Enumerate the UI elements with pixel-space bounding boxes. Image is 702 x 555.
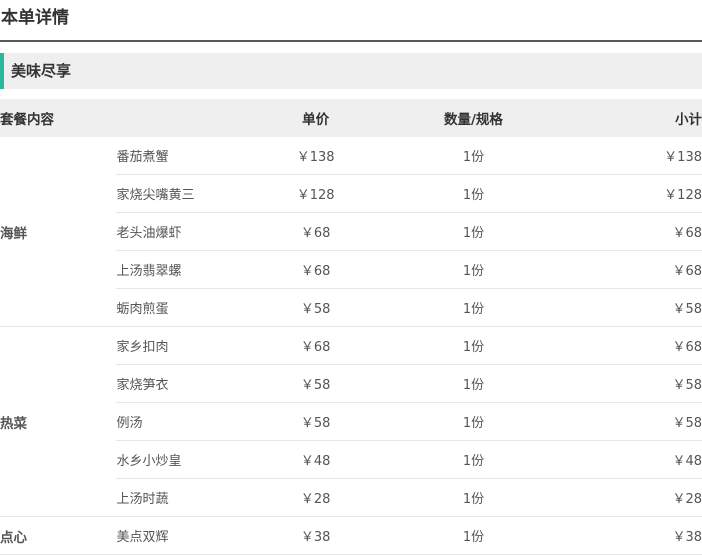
table-row: 热菜 家乡扣肉 ￥68 1份 ￥68 <box>0 326 702 517</box>
quantity: 1份 <box>398 326 549 365</box>
table-row: 点心 美点双辉 ￥38 1份 ￥38 <box>0 516 702 555</box>
unit-price: ￥58 <box>232 402 399 441</box>
header-subtotal: 小计 <box>548 99 702 137</box>
subtotal: ￥58 <box>548 364 702 403</box>
quantity: 1份 <box>398 516 549 555</box>
quantity: 1份 <box>398 402 549 441</box>
unit-price: ￥68 <box>232 212 399 251</box>
unit-price: ￥58 <box>232 364 399 403</box>
subtotal: ￥138 <box>548 137 702 175</box>
subtotal: ￥68 <box>548 326 702 365</box>
menu-detail-table: 套餐内容 单价 数量/规格 小计 海鲜 番茄煮蟹 ￥138 1份 ￥138 家烧尖嘴黄三 ￥… <box>0 99 702 555</box>
section-title: 美味尽享 <box>0 53 702 89</box>
quantity: 1份 <box>398 174 549 213</box>
subtotal: ￥128 <box>548 174 702 213</box>
dish-name: 蛎肉煎蛋 <box>116 288 233 327</box>
page-title: 本单详情 <box>0 0 702 42</box>
quantity: 1份 <box>398 440 549 479</box>
dish-name: 番茄煮蟹 <box>116 137 233 175</box>
unit-price: ￥68 <box>232 326 399 365</box>
quantity: 1份 <box>398 364 549 403</box>
quantity: 1份 <box>398 288 549 327</box>
unit-price: ￥128 <box>232 174 399 213</box>
subtotal: ￥48 <box>548 440 702 479</box>
subtotal: ￥58 <box>548 402 702 441</box>
dish-name: 美点双辉 <box>116 516 233 555</box>
subtotal: ￥68 <box>548 212 702 251</box>
quantity: 1份 <box>398 137 549 175</box>
header-quantity: 数量/规格 <box>398 99 549 137</box>
subtotal: ￥68 <box>548 250 702 289</box>
table-body: 海鲜 番茄煮蟹 ￥138 1份 ￥138 家烧尖嘴黄三 ￥128 1份 ￥128 老头油爆虾 ￥68… <box>0 137 702 555</box>
category-cell: 热菜 <box>0 326 117 517</box>
header-package-content: 套餐内容 <box>0 99 233 137</box>
subtotal: ￥38 <box>548 516 702 555</box>
dish-name: 水乡小炒皇 <box>116 440 233 479</box>
table-row: 海鲜 番茄煮蟹 ￥138 1份 ￥138 <box>0 137 702 327</box>
quantity: 1份 <box>398 250 549 289</box>
dish-name: 上汤时蔬 <box>116 478 233 517</box>
unit-price: ￥68 <box>232 250 399 289</box>
dish-name: 家乡扣肉 <box>116 326 233 365</box>
dish-name: 上汤翡翠螺 <box>116 250 233 289</box>
unit-price: ￥138 <box>232 137 399 175</box>
unit-price: ￥28 <box>232 478 399 517</box>
unit-price: ￥58 <box>232 288 399 327</box>
dish-name: 老头油爆虾 <box>116 212 233 251</box>
category-cell: 点心 <box>0 516 117 555</box>
header-unit-price: 单价 <box>232 99 399 137</box>
unit-price: ￥48 <box>232 440 399 479</box>
dish-name: 例汤 <box>116 402 233 441</box>
dish-name: 家烧笋衣 <box>116 364 233 403</box>
table-header-row: 套餐内容 单价 数量/规格 小计 <box>0 99 702 137</box>
quantity: 1份 <box>398 212 549 251</box>
unit-price: ￥38 <box>232 516 399 555</box>
category-cell: 海鲜 <box>0 137 117 327</box>
dish-name: 家烧尖嘴黄三 <box>116 174 233 213</box>
subtotal: ￥58 <box>548 288 702 327</box>
subtotal: ￥28 <box>548 478 702 517</box>
quantity: 1份 <box>398 478 549 517</box>
